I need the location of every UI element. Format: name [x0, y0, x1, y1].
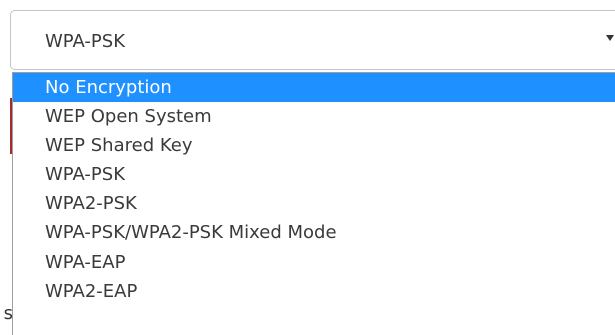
- option-wep-open-system[interactable]: WEP Open System: [13, 102, 615, 131]
- option-wpa-eap[interactable]: WPA-EAP: [13, 248, 615, 277]
- option-wpa2-psk[interactable]: WPA2-PSK: [13, 189, 615, 218]
- option-wpa-psk[interactable]: WPA-PSK: [13, 160, 615, 189]
- option-no-encryption[interactable]: No Encryption: [13, 73, 615, 103]
- option-wpa2-eap[interactable]: WPA2-EAP: [13, 277, 615, 306]
- option-wpa-wpa2-mixed[interactable]: WPA-PSK/WPA2-PSK Mixed Mode: [13, 218, 615, 247]
- select-current-value: WPA-PSK: [45, 31, 125, 52]
- security-mode-select[interactable]: WPA-PSK: [10, 10, 615, 70]
- security-mode-dropdown-list: No Encryption WEP Open System WEP Shared…: [12, 72, 615, 335]
- chevron-down-icon[interactable]: [606, 35, 614, 41]
- page: WPA-PSK s No Encryption WEP Open System …: [0, 0, 615, 335]
- option-wep-shared-key[interactable]: WEP Shared Key: [13, 131, 615, 160]
